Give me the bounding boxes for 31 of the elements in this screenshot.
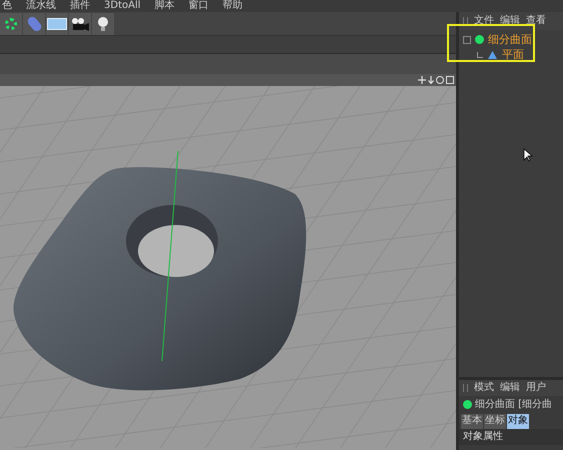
menu-item[interactable]: 插件 [70,1,90,11]
menu-item[interactable]: 编辑 [500,16,520,26]
camera-icon[interactable] [69,12,91,34]
menu-item[interactable]: 3DtoAll [104,1,140,11]
menu-item[interactable]: 脚本 [154,1,174,11]
grid-plane-icon[interactable] [46,12,68,34]
object-name[interactable]: 细分曲面 [488,34,532,45]
menu-item[interactable]: 文件 [474,16,494,26]
grip-icon[interactable] [463,17,468,25]
tab[interactable]: 对象 [507,414,529,428]
branch-line-icon [477,52,483,58]
object-title: 细分曲面 [细分曲 [475,400,552,410]
menu-item[interactable]: 色 [2,1,12,11]
menu-item[interactable]: 模式 [474,383,494,393]
mouse-cursor-icon [523,148,533,162]
section-title: 对象属性 [463,432,503,442]
menu-item[interactable]: 帮助 [222,1,242,11]
tab[interactable]: 坐标 [484,414,506,428]
window-icon[interactable] [446,76,454,84]
down-arrow-icon[interactable] [428,76,434,84]
tab[interactable]: 基本 [461,414,483,428]
triangle-icon [487,50,498,60]
menu-item[interactable]: 编辑 [500,383,520,393]
grip-icon[interactable] [463,384,468,392]
move-icon[interactable] [418,76,426,84]
collapse-icon[interactable] [463,36,471,44]
object-name[interactable]: 平面 [502,49,524,60]
menu-item[interactable]: 用户 [526,383,546,393]
menu-item[interactable]: 查看 [526,16,546,26]
rotate-icon[interactable] [436,76,444,84]
light-bulb-icon[interactable] [92,12,114,34]
